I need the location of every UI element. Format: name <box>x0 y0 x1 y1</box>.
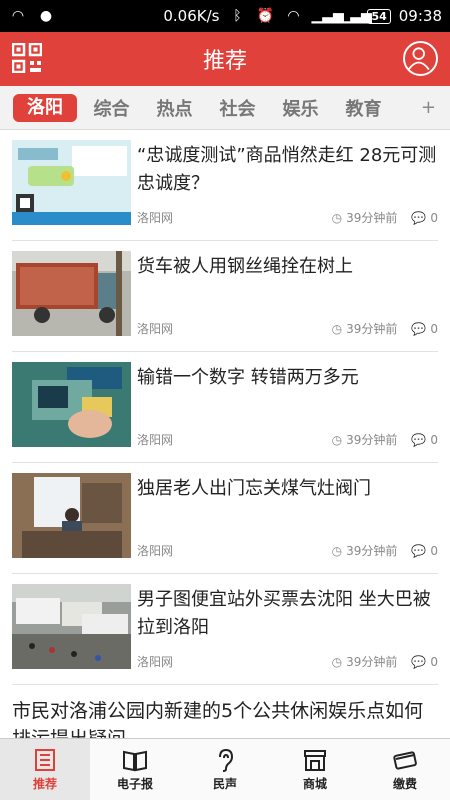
news-time: 39分钟前 <box>346 322 398 336</box>
news-title: 男子图便宜站外买票去沈阳 坐大巴被拉到洛阳 <box>137 589 431 638</box>
news-item[interactable]: 货车被人用钢丝绳拴在树上 洛阳网 ◷ 39分钟前 💬 0 <box>12 241 438 352</box>
news-time: 39分钟前 <box>346 655 398 669</box>
news-title: 输错一个数字 转错两万多元 <box>137 367 359 388</box>
payment-icon <box>393 751 417 770</box>
alarm-icon: ⏰ <box>256 8 275 24</box>
news-time: 39分钟前 <box>346 544 398 558</box>
news-item[interactable]: “忠诚度测试”商品悄然走红 28元可测忠诚度？ 洛阳网 ◷ 39分钟前 💬 0 <box>12 130 438 241</box>
battery-icon: 54 <box>367 8 391 24</box>
book-icon <box>123 750 147 772</box>
nav-label: 民声 <box>212 777 237 791</box>
comment-icon: 💬 <box>411 432 427 447</box>
qr-code-icon[interactable] <box>12 43 42 73</box>
news-source: 洛阳网 <box>137 322 174 336</box>
tab-society[interactable]: 社会 <box>206 95 269 121</box>
nav-label: 缴费 <box>392 777 417 791</box>
news-thumbnail <box>12 584 131 669</box>
comment-icon: 💬 <box>411 210 427 225</box>
comment-icon: 💬 <box>411 654 427 669</box>
bluetooth-icon: ᛒ <box>233 8 242 24</box>
news-title: 货车被人用钢丝绳拴在树上 <box>137 256 353 277</box>
user-avatar-icon[interactable] <box>403 41 438 76</box>
news-thumbnail <box>12 251 131 336</box>
news-item[interactable]: 输错一个数字 转错两万多元 洛阳网 ◷ 39分钟前 💬 0 <box>12 352 438 463</box>
tab-luoyang[interactable]: 洛阳 <box>13 93 77 122</box>
signal-icon-2: ▁▃▅ <box>339 8 372 24</box>
clock-icon: ◷ <box>331 321 343 336</box>
nav-epaper[interactable]: 电子报 <box>90 739 180 800</box>
news-thumbnail <box>12 473 131 558</box>
nav-payment[interactable]: 缴费 <box>360 739 450 800</box>
network-speed: 0.06K/s <box>163 7 220 25</box>
news-title: “忠诚度测试”商品悄然走红 28元可测忠诚度？ <box>137 145 437 194</box>
text-news-item[interactable]: 市民对洛浦公园内新建的5个公共休闲娱乐点如何排污提出疑问 <box>12 685 438 738</box>
comment-icon: 💬 <box>411 543 427 558</box>
nav-mall[interactable]: 商城 <box>270 739 360 800</box>
tab-general[interactable]: 综合 <box>80 95 143 121</box>
add-tab-button[interactable]: + <box>421 97 436 118</box>
comment-count: 0 <box>430 654 438 669</box>
clock-icon: ◷ <box>331 654 343 669</box>
nav-label: 推荐 <box>32 777 57 791</box>
clock-icon: ◷ <box>331 210 343 225</box>
chat-icon: ● <box>39 8 53 24</box>
news-thumbnail <box>12 362 131 447</box>
news-title: 独居老人出门忘关煤气灶阀门 <box>137 478 371 499</box>
clock-icon: ◷ <box>331 543 343 558</box>
page-title: 推荐 <box>202 49 247 74</box>
comment-icon: 💬 <box>411 321 427 336</box>
news-source: 洛阳网 <box>137 655 174 669</box>
nav-label: 电子报 <box>116 777 153 791</box>
clock-icon: ◷ <box>331 432 343 447</box>
tab-hot[interactable]: 热点 <box>143 95 206 121</box>
clock: 09:38 <box>398 7 442 25</box>
comment-count: 0 <box>430 210 438 225</box>
comment-count: 0 <box>430 432 438 447</box>
nav-voice[interactable]: 民声 <box>180 739 270 800</box>
news-item[interactable]: 男子图便宜站外买票去沈阳 坐大巴被拉到洛阳 洛阳网 ◷ 39分钟前 💬 0 <box>12 574 438 685</box>
nav-label: 商城 <box>302 777 327 791</box>
bottom-navigation: 推荐 电子报 民声 商城 缴费 <box>0 738 450 800</box>
tab-entertainment[interactable]: 娱乐 <box>269 95 332 121</box>
comment-count: 0 <box>430 543 438 558</box>
news-source: 洛阳网 <box>137 211 174 225</box>
news-source: 洛阳网 <box>137 544 174 558</box>
tab-education[interactable]: 教育 <box>332 95 395 121</box>
signal-icon: ▁▃▅ <box>311 8 344 24</box>
news-time: 39分钟前 <box>346 211 398 225</box>
news-time: 39分钟前 <box>346 433 398 447</box>
news-source: 洛阳网 <box>137 433 174 447</box>
news-list: “忠诚度测试”商品悄然走红 28元可测忠诚度？ 洛阳网 ◷ 39分钟前 💬 0 货车… <box>0 130 450 738</box>
app-header: 推荐 <box>0 32 450 86</box>
wifi-icon: ◠ <box>11 8 25 24</box>
nav-recommend[interactable]: 推荐 <box>0 739 90 800</box>
category-tabs: 洛阳 综合 热点 社会 娱乐 教育 + <box>0 86 450 130</box>
news-item[interactable]: 独居老人出门忘关煤气灶阀门 洛阳网 ◷ 39分钟前 💬 0 <box>12 463 438 574</box>
status-bar: ◠ ● 0.06K/s ᛒ ⏰ ◠ ▁▃▅ ▁▃▅ 54 09:38 <box>0 0 450 32</box>
news-thumbnail <box>12 140 131 225</box>
ear-icon <box>219 748 234 772</box>
wifi-signal-icon: ◠ <box>287 8 300 24</box>
store-icon <box>304 750 326 771</box>
news-icon <box>35 749 55 771</box>
comment-count: 0 <box>430 321 438 336</box>
